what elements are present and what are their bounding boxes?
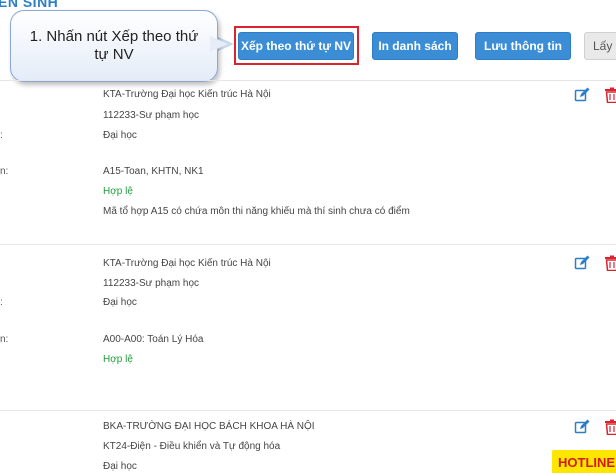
divider (0, 410, 616, 411)
school-value: KTA-Trường Đại học Kiến trúc Hà Nội (103, 89, 271, 100)
school-value: BKA-TRƯỜNG ĐẠI HỌC BÁCH KHOA HÀ NỘI (103, 421, 315, 432)
delete-icon[interactable] (604, 419, 616, 435)
status-value: Hợp lệ (103, 186, 133, 197)
callout-tail-inner (210, 36, 228, 52)
divider (0, 80, 616, 81)
divider (0, 244, 616, 245)
edit-icon[interactable] (574, 419, 590, 435)
major-value: 112233-Sư phạm học (103, 110, 200, 121)
school-value: KTA-Trường Đại học Kiến trúc Hà Nội (103, 258, 271, 269)
level-value: Đại học (103, 297, 137, 308)
delete-icon[interactable] (604, 255, 616, 271)
field-label: : (0, 297, 3, 308)
field-label: : (0, 130, 3, 141)
level-value: Đại học (103, 461, 137, 472)
callout-text: 1. Nhấn nút Xếp theo thứ tự NV (29, 28, 199, 63)
field-label: n: (0, 334, 9, 345)
combination-value: A00-A00: Toán Lý Hóa (103, 334, 204, 345)
note-value: Mã tổ hợp A15 có chứa môn thi năng khiếu… (103, 206, 410, 217)
highlight-box (234, 26, 359, 65)
edit-icon[interactable] (574, 255, 590, 271)
major-value: KT24-Điện - Điều khiển và Tự động hóa (103, 441, 281, 452)
instruction-callout: 1. Nhấn nút Xếp theo thứ tự NV (10, 10, 218, 82)
major-value: 112233-Sư phạm học (103, 278, 200, 289)
print-list-button[interactable]: In danh sách (372, 32, 458, 60)
status-value: Hợp lệ (103, 354, 133, 365)
combination-value: A15-Toan, KHTN, NK1 (103, 166, 204, 177)
get-button[interactable]: Lấy l (584, 32, 616, 60)
save-info-button[interactable]: Lưu thông tin (475, 32, 571, 60)
edit-icon[interactable] (574, 87, 590, 103)
section-title: ÊN SINH (0, 0, 59, 10)
level-value: Đại học (103, 130, 137, 141)
hotline-badge[interactable]: HOTLINE (552, 450, 616, 473)
delete-icon[interactable] (604, 87, 616, 103)
field-label: n: (0, 166, 9, 177)
